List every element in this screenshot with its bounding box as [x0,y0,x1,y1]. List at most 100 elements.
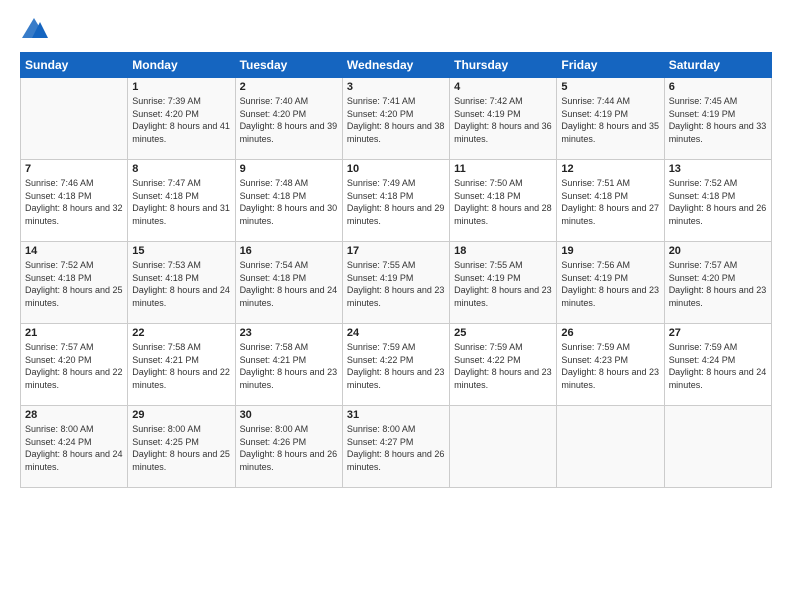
day-info: Sunrise: 7:58 AMSunset: 4:21 PMDaylight:… [240,341,338,391]
day-number: 5 [561,81,659,93]
calendar-cell: 23Sunrise: 7:58 AMSunset: 4:21 PMDayligh… [235,324,342,406]
week-row-1: 1Sunrise: 7:39 AMSunset: 4:20 PMDaylight… [21,78,772,160]
calendar-cell: 6 Sunrise: 7:45 AMSunset: 4:19 PMDaylight… [664,78,771,160]
day-info: Sunrise: 8:00 AMSunset: 4:26 PMDaylight:… [240,423,338,473]
day-number: 3 [347,81,445,93]
calendar-cell: 14 Sunrise: 7:52 AMSunset: 4:18 PMDayligh… [21,242,128,324]
day-info: Sunrise: 7:59 AMSunset: 4:22 PMDaylight:… [347,341,445,391]
day-number: 16 [240,245,338,257]
calendar-cell: 25 Sunrise: 7:59 AMSunset: 4:22 PMDayligh… [450,324,557,406]
day-number: 26 [561,327,659,339]
day-number: 27 [669,327,767,339]
day-info: Sunrise: 7:50 AMSunset: 4:18 PMDaylight:… [454,177,552,227]
week-row-2: 7 Sunrise: 7:46 AMSunset: 4:18 PMDaylight… [21,160,772,242]
day-info: Sunrise: 7:41 AMSunset: 4:20 PMDaylight:… [347,95,445,145]
calendar-cell: 4 Sunrise: 7:42 AMSunset: 4:19 PMDaylight… [450,78,557,160]
day-number: 28 [25,409,123,421]
day-number: 14 [25,245,123,257]
week-row-5: 28 Sunrise: 8:00 AMSunset: 4:24 PMDayligh… [21,406,772,488]
calendar-cell: 22 Sunrise: 7:58 AMSunset: 4:21 PMDayligh… [128,324,235,406]
header-day-wednesday: Wednesday [342,53,449,78]
day-number: 21 [25,327,123,339]
calendar-cell [664,406,771,488]
calendar-cell: 10 Sunrise: 7:49 AMSunset: 4:18 PMDayligh… [342,160,449,242]
day-number: 19 [561,245,659,257]
week-row-3: 14 Sunrise: 7:52 AMSunset: 4:18 PMDayligh… [21,242,772,324]
day-number: 8 [132,163,230,175]
calendar-cell: 9 Sunrise: 7:48 AMSunset: 4:18 PMDaylight… [235,160,342,242]
day-info: Sunrise: 7:56 AMSunset: 4:19 PMDaylight:… [561,259,659,309]
day-number: 13 [669,163,767,175]
calendar-cell: 11 Sunrise: 7:50 AMSunset: 4:18 PMDayligh… [450,160,557,242]
header-day-friday: Friday [557,53,664,78]
day-info: Sunrise: 7:57 AMSunset: 4:20 PMDaylight:… [25,341,123,391]
week-row-4: 21 Sunrise: 7:57 AMSunset: 4:20 PMDayligh… [21,324,772,406]
calendar-cell: 15Sunrise: 7:53 AMSunset: 4:18 PMDayligh… [128,242,235,324]
day-info: Sunrise: 7:58 AMSunset: 4:21 PMDaylight:… [132,341,230,391]
calendar-cell: 19 Sunrise: 7:56 AMSunset: 4:19 PMDayligh… [557,242,664,324]
calendar-cell: 26 Sunrise: 7:59 AMSunset: 4:23 PMDayligh… [557,324,664,406]
calendar-cell: 7 Sunrise: 7:46 AMSunset: 4:18 PMDaylight… [21,160,128,242]
day-info: Sunrise: 7:44 AMSunset: 4:19 PMDaylight:… [561,95,659,145]
day-number: 24 [347,327,445,339]
calendar-cell: 12Sunrise: 7:51 AMSunset: 4:18 PMDayligh… [557,160,664,242]
day-number: 6 [669,81,767,93]
logo [20,16,50,44]
header-day-thursday: Thursday [450,53,557,78]
day-info: Sunrise: 8:00 AMSunset: 4:27 PMDaylight:… [347,423,445,473]
day-info: Sunrise: 7:52 AMSunset: 4:18 PMDaylight:… [25,259,123,309]
calendar-cell: 16 Sunrise: 7:54 AMSunset: 4:18 PMDayligh… [235,242,342,324]
day-info: Sunrise: 7:55 AMSunset: 4:19 PMDaylight:… [454,259,552,309]
header [20,16,772,44]
day-number: 2 [240,81,338,93]
day-number: 4 [454,81,552,93]
calendar-cell: 1Sunrise: 7:39 AMSunset: 4:20 PMDaylight… [128,78,235,160]
day-info: Sunrise: 7:52 AMSunset: 4:18 PMDaylight:… [669,177,767,227]
day-number: 9 [240,163,338,175]
day-info: Sunrise: 7:51 AMSunset: 4:18 PMDaylight:… [561,177,659,227]
day-number: 29 [132,409,230,421]
calendar-cell: 30 Sunrise: 8:00 AMSunset: 4:26 PMDayligh… [235,406,342,488]
day-number: 30 [240,409,338,421]
calendar-cell: 2Sunrise: 7:40 AMSunset: 4:20 PMDaylight… [235,78,342,160]
header-day-tuesday: Tuesday [235,53,342,78]
day-info: Sunrise: 7:55 AMSunset: 4:19 PMDaylight:… [347,259,445,309]
calendar-cell: 31 Sunrise: 8:00 AMSunset: 4:27 PMDayligh… [342,406,449,488]
day-number: 17 [347,245,445,257]
day-number: 22 [132,327,230,339]
day-number: 10 [347,163,445,175]
day-info: Sunrise: 7:42 AMSunset: 4:19 PMDaylight:… [454,95,552,145]
calendar-cell: 27 Sunrise: 7:59 AMSunset: 4:24 PMDayligh… [664,324,771,406]
day-info: Sunrise: 7:46 AMSunset: 4:18 PMDaylight:… [25,177,123,227]
day-info: Sunrise: 7:39 AMSunset: 4:20 PMDaylight:… [132,95,230,145]
day-number: 11 [454,163,552,175]
header-day-monday: Monday [128,53,235,78]
calendar-cell: 21 Sunrise: 7:57 AMSunset: 4:20 PMDayligh… [21,324,128,406]
day-info: Sunrise: 7:49 AMSunset: 4:18 PMDaylight:… [347,177,445,227]
calendar-cell: 18Sunrise: 7:55 AMSunset: 4:19 PMDayligh… [450,242,557,324]
calendar-cell: 28 Sunrise: 8:00 AMSunset: 4:24 PMDayligh… [21,406,128,488]
day-info: Sunrise: 7:59 AMSunset: 4:23 PMDaylight:… [561,341,659,391]
day-number: 31 [347,409,445,421]
calendar-cell [557,406,664,488]
day-info: Sunrise: 7:45 AMSunset: 4:19 PMDaylight:… [669,95,767,145]
day-info: Sunrise: 7:57 AMSunset: 4:20 PMDaylight:… [669,259,767,309]
header-row: SundayMondayTuesdayWednesdayThursdayFrid… [21,53,772,78]
calendar-cell: 24 Sunrise: 7:59 AMSunset: 4:22 PMDayligh… [342,324,449,406]
calendar-cell: 5 Sunrise: 7:44 AMSunset: 4:19 PMDaylight… [557,78,664,160]
day-info: Sunrise: 7:54 AMSunset: 4:18 PMDaylight:… [240,259,338,309]
calendar-page: SundayMondayTuesdayWednesdayThursdayFrid… [0,0,792,612]
day-info: Sunrise: 8:00 AMSunset: 4:24 PMDaylight:… [25,423,123,473]
day-number: 25 [454,327,552,339]
day-info: Sunrise: 8:00 AMSunset: 4:25 PMDaylight:… [132,423,230,473]
day-number: 20 [669,245,767,257]
calendar-cell [450,406,557,488]
calendar-cell: 13 Sunrise: 7:52 AMSunset: 4:18 PMDayligh… [664,160,771,242]
day-info: Sunrise: 7:48 AMSunset: 4:18 PMDaylight:… [240,177,338,227]
day-info: Sunrise: 7:59 AMSunset: 4:22 PMDaylight:… [454,341,552,391]
calendar-cell: 20 Sunrise: 7:57 AMSunset: 4:20 PMDayligh… [664,242,771,324]
calendar-cell: 29 Sunrise: 8:00 AMSunset: 4:25 PMDayligh… [128,406,235,488]
day-info: Sunrise: 7:59 AMSunset: 4:24 PMDaylight:… [669,341,767,391]
calendar-cell: 8Sunrise: 7:47 AMSunset: 4:18 PMDaylight… [128,160,235,242]
day-number: 7 [25,163,123,175]
